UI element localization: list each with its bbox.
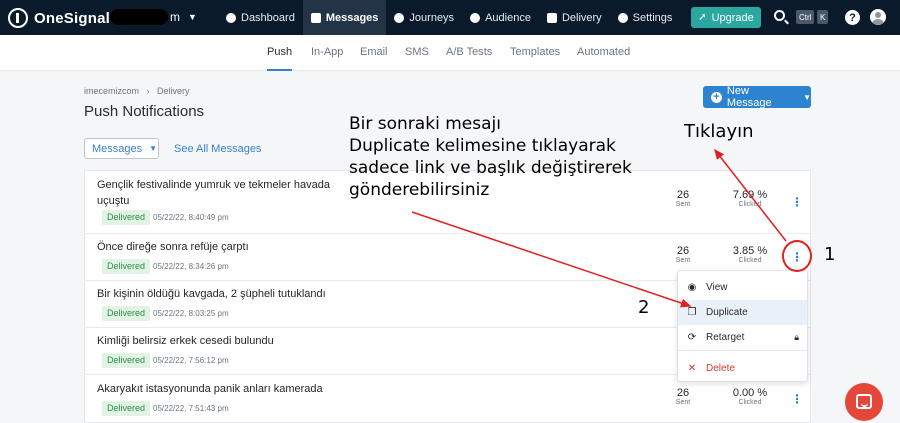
annotation-arrows <box>411 148 787 308</box>
support-chat-button[interactable] <box>845 383 883 421</box>
chat-bubble-icon <box>856 394 872 409</box>
arrow-to-duplicate <box>411 211 692 308</box>
arrow-to-click-label <box>714 148 787 242</box>
